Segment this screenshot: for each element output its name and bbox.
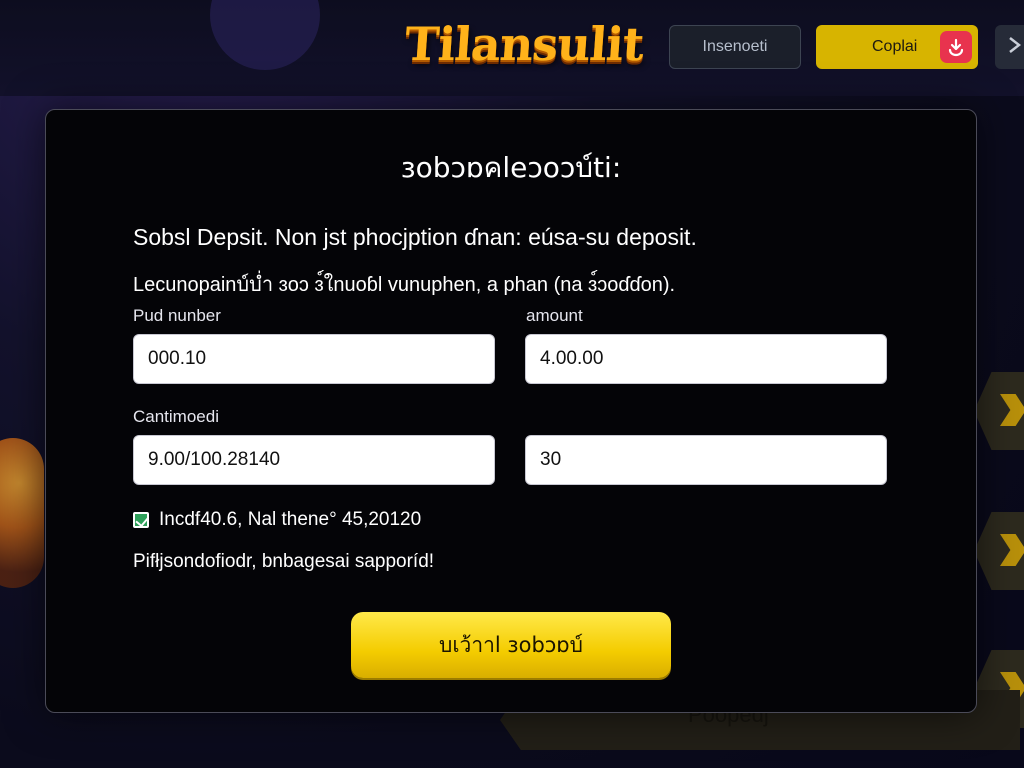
field-label-amount: amount: [526, 306, 583, 325]
login-button[interactable]: Insenoeti: [669, 25, 801, 69]
hexagon-decoration: [974, 372, 1024, 450]
hexagon-decoration: [974, 512, 1024, 590]
menu-button[interactable]: [995, 25, 1024, 69]
terms-checkbox[interactable]: [133, 512, 149, 528]
signup-button-label: Coplai: [872, 38, 918, 55]
terms-checkbox-row[interactable]: Incdf40.6, Nal thene° 45,20120: [133, 509, 421, 531]
modal-title: ɜobɔɒคleɔoɔบ์ti:: [400, 151, 622, 184]
field-label-number: Pud nunber: [133, 306, 221, 325]
site-logo[interactable]: Tilansulit: [403, 14, 645, 74]
amount-input[interactable]: 4.00.00: [525, 334, 887, 384]
terms-checkbox-label: Incdf40.6, Nal thene° 45,20120: [159, 509, 422, 530]
code-input[interactable]: 9.00/100.28140: [133, 435, 495, 485]
chevron-right-icon: [1007, 36, 1023, 59]
mascot-character: [0, 438, 44, 588]
number-input[interactable]: 000.10: [133, 334, 495, 384]
modal-subintro-text: Lecunopainบ์บ่ำ ɜoɔ ɜ์ใnuoɓl vunuphen, a…: [133, 274, 676, 296]
field-label-code: Cantimoedi: [133, 407, 219, 426]
top-bar: Tilansulit Insenoeti Coplai: [0, 0, 1024, 96]
secondary-input[interactable]: 30: [525, 435, 887, 485]
download-icon[interactable]: [940, 31, 972, 63]
modal-intro-text: Sobsl Depsit. Non jst phocjption ɗnan: e…: [133, 224, 697, 250]
signup-button[interactable]: Coplai: [816, 25, 978, 69]
support-note: Pifłjsondofiodr, bnbagesai sapporíd!: [133, 551, 435, 572]
moon-decoration: [210, 0, 320, 70]
deposit-modal: ɜobɔɒคleɔoɔบ์ti: Sobsl Depsit. Non jst p…: [45, 109, 977, 713]
submit-deposit-button[interactable]: บเว้าาl ɜobɔɒบ์: [351, 612, 671, 678]
